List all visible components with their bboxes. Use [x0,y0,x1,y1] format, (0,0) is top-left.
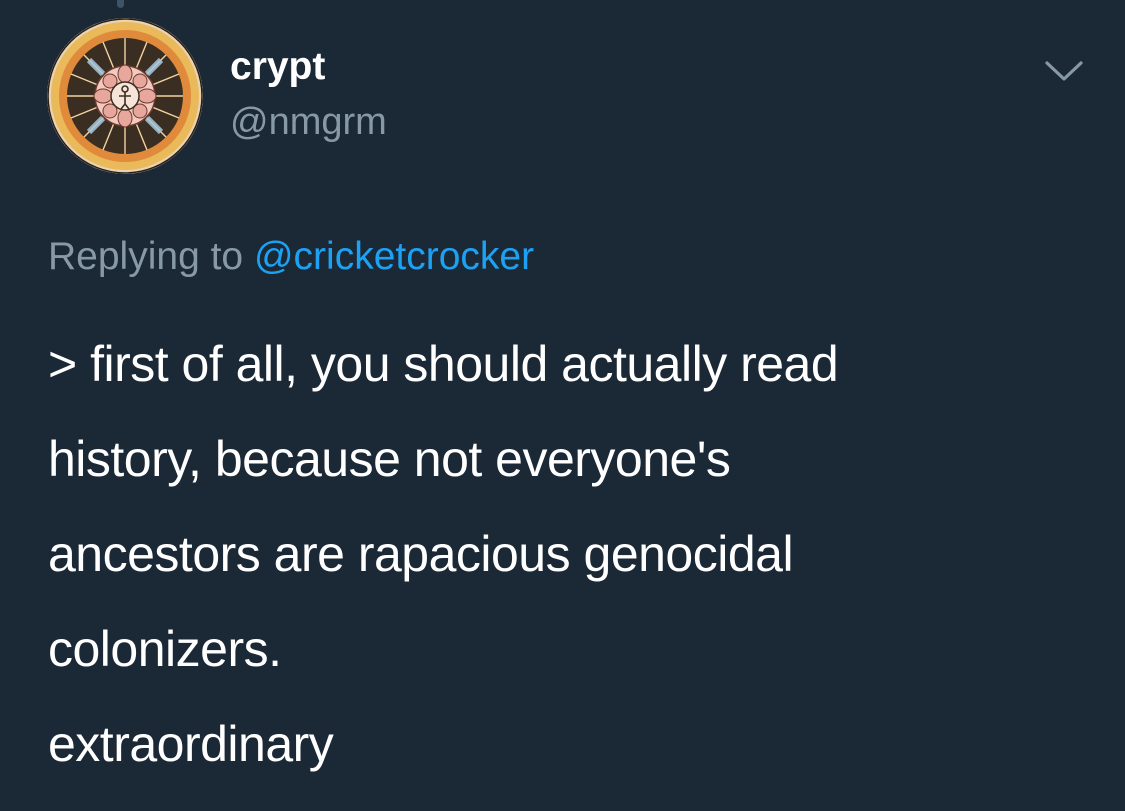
mandala-avatar-icon [47,18,203,174]
author-handle[interactable]: @nmgrm [230,98,387,146]
avatar[interactable] [47,18,203,174]
chevron-down-icon [1045,61,1083,81]
replying-to-label: Replying to [48,235,244,278]
author-display-name[interactable]: crypt [230,43,325,91]
reply-mention-link[interactable]: @cricketcrocker [254,235,534,278]
tweet-text: > first of all, you should actually read… [48,336,839,772]
replying-to-line: Replying to @cricketcrocker [48,232,534,282]
tweet-menu-button[interactable] [1041,53,1087,89]
thread-connector-line [117,0,124,8]
